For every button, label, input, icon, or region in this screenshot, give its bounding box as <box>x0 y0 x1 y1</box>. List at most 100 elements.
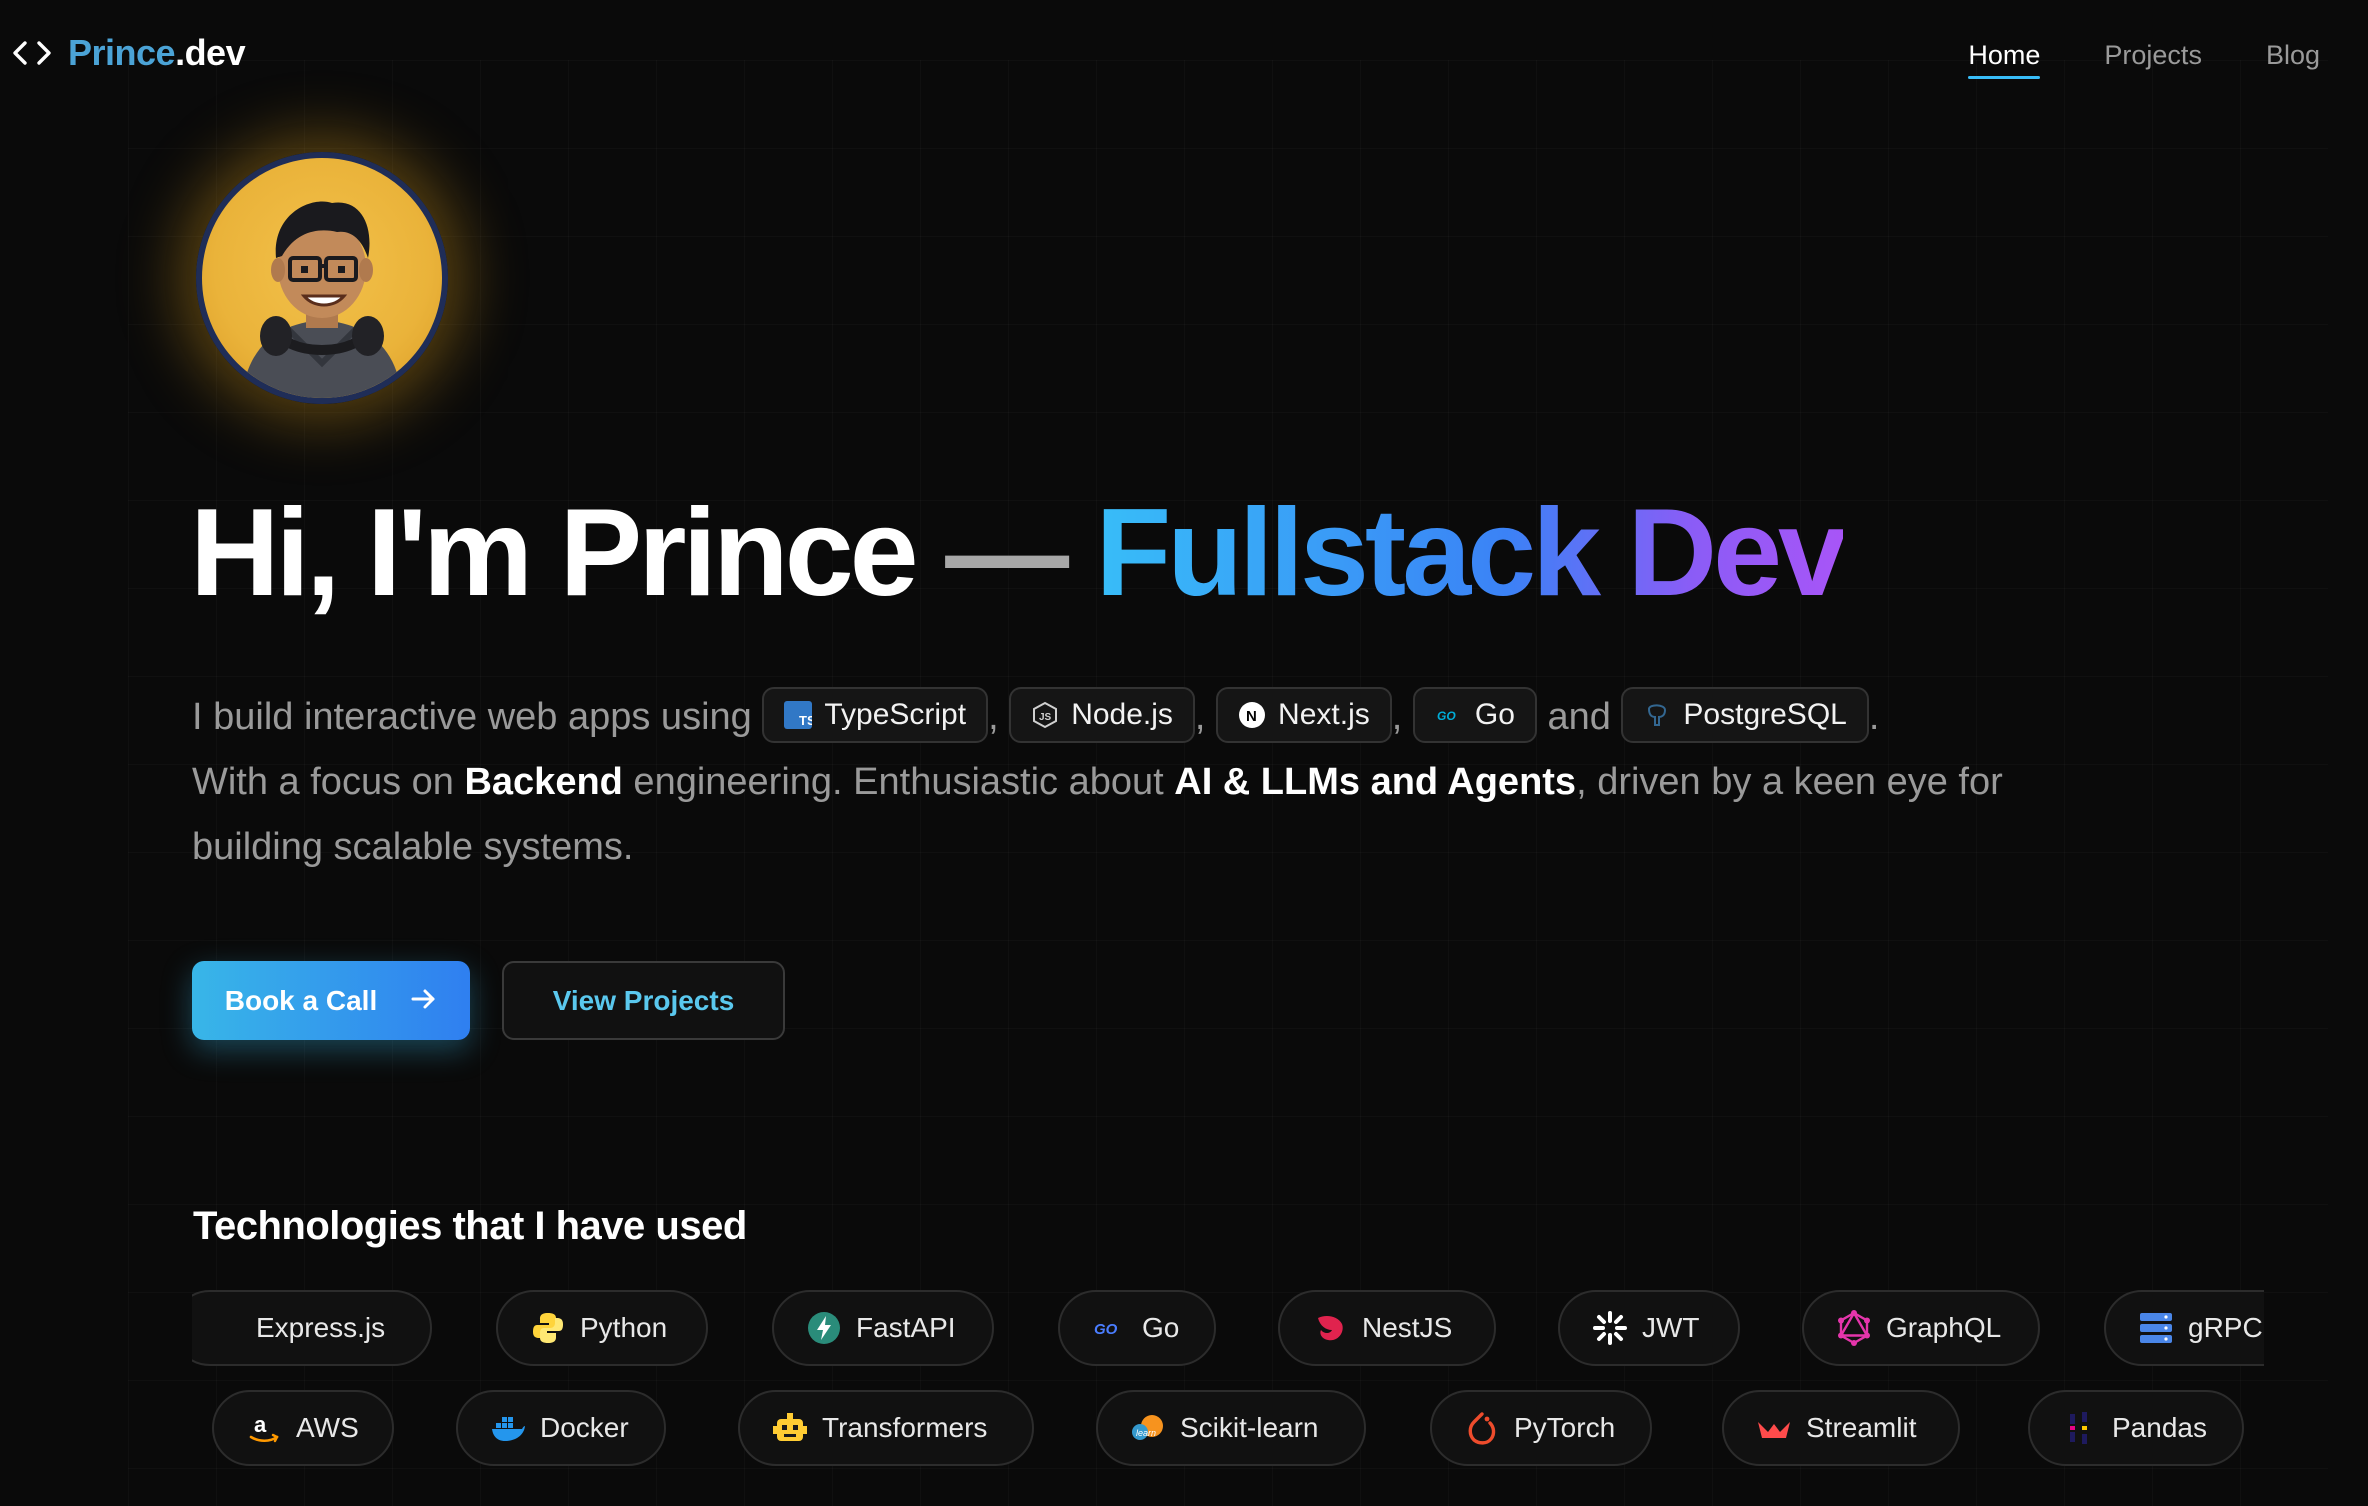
amazon-icon: a <box>246 1410 282 1446</box>
tech-pill-nestjs: NestJS <box>1278 1290 1496 1366</box>
intro-text: I build interactive web apps using TS Typ… <box>192 685 2052 880</box>
svg-text:N: N <box>1246 708 1257 725</box>
tech-pill-streamlit: Streamlit <box>1722 1390 1960 1466</box>
intro-comma: , <box>988 696 999 738</box>
intro-comma: , <box>1391 696 1403 738</box>
typescript-icon: TS <box>784 700 813 729</box>
avatar <box>196 152 448 404</box>
tech-row-1: Express.js Python FastAPI GO Go NestJS J… <box>192 1290 2264 1366</box>
tech-pill-pytorch: PyTorch <box>1430 1390 1652 1466</box>
brand-wordmark: Prince.dev <box>68 32 246 74</box>
tech-label: GraphQL <box>1886 1312 2002 1343</box>
intro-period: . <box>1868 696 1880 738</box>
docker-icon <box>490 1410 526 1446</box>
tech-pill-grpc: gRPC <box>2104 1290 2264 1366</box>
grpc-icon <box>2138 1310 2174 1346</box>
postgresql-icon <box>1643 701 1671 729</box>
intro-comma: , <box>1194 696 1206 738</box>
chip-label: PostgreSQL <box>1683 698 1847 732</box>
tech-label: Streamlit <box>1806 1412 1917 1443</box>
chip-nodejs[interactable]: JS Node.js <box>1009 686 1195 743</box>
svg-text:learn: learn <box>1136 1428 1156 1438</box>
go-icon: GO <box>1435 701 1463 729</box>
chip-go[interactable]: GO Go <box>1412 686 1537 743</box>
chip-nextjs[interactable]: N Next.js <box>1216 686 1392 743</box>
tech-label: Express.js <box>256 1312 386 1343</box>
svg-text:a: a <box>254 1412 267 1437</box>
intro-prefix: I build interactive web apps using <box>192 696 763 738</box>
tech-label: Transformers <box>822 1412 988 1443</box>
nav-links: Home Projects Blog <box>1968 40 2320 79</box>
hero-name: Hi, I'm Prince <box>190 484 919 622</box>
tech-pill-pandas: Pandas <box>2028 1390 2244 1466</box>
brand-tld: .dev <box>175 32 246 73</box>
tech-pill-docker: Docker <box>456 1390 666 1466</box>
intro-line2-c: engineering. Enthusiastic about <box>622 761 1175 803</box>
nav-link-blog[interactable]: Blog <box>2266 40 2320 79</box>
jwt-icon <box>1592 1310 1628 1346</box>
graphql-icon <box>1836 1310 1872 1346</box>
code-brackets-icon <box>12 33 52 73</box>
tech-label: gRPC <box>2188 1312 2263 1343</box>
svg-text:TS: TS <box>799 713 812 728</box>
fastapi-icon <box>806 1310 842 1346</box>
tech-pill-graphql: GraphQL <box>1802 1290 2040 1366</box>
tech-label: AWS <box>296 1412 359 1443</box>
tech-pill-scikit-learn: learn Scikit-learn <box>1096 1390 1366 1466</box>
avatar-image <box>196 152 448 404</box>
go-icon: GO <box>1092 1310 1128 1346</box>
intro-and: and <box>1547 696 1611 738</box>
hero-title: Hi, I'm Prince — Fullstack Dev <box>190 484 1847 622</box>
tech-pill-aws: a AWS <box>212 1390 394 1466</box>
tech-pill-go: GO Go <box>1058 1290 1216 1366</box>
nextjs-icon: N <box>1238 701 1266 729</box>
pixel-portrait-illustration <box>242 201 402 398</box>
tech-label: PyTorch <box>1514 1412 1616 1443</box>
tech-pill-fastapi: FastAPI <box>772 1290 994 1366</box>
brand-link[interactable]: Prince.dev <box>12 32 246 74</box>
pytorch-icon <box>1464 1410 1500 1446</box>
arrow-right-icon <box>411 985 437 1017</box>
chip-postgresql[interactable]: PostgreSQL <box>1621 686 1869 743</box>
robot-icon <box>772 1410 808 1446</box>
technologies-title: Technologies that I have used <box>193 1204 747 1248</box>
streamlit-icon <box>1756 1410 1792 1446</box>
nestjs-icon <box>1312 1310 1348 1346</box>
svg-text:GO: GO <box>1094 1321 1118 1338</box>
intro-line2-a: With a focus on <box>192 761 465 803</box>
tech-label: Docker <box>540 1412 629 1443</box>
tech-label: Pandas <box>2112 1412 2207 1443</box>
chip-label: Node.js <box>1071 698 1173 732</box>
nav-link-projects[interactable]: Projects <box>2104 40 2202 79</box>
chip-label: Next.js <box>1278 698 1370 732</box>
nodejs-icon: JS <box>1031 701 1059 729</box>
expressjs-icon <box>206 1310 242 1346</box>
svg-text:GO: GO <box>1437 709 1456 723</box>
tech-label: JWT <box>1642 1312 1700 1343</box>
python-icon <box>530 1310 566 1346</box>
pandas-icon <box>2062 1410 2098 1446</box>
svg-text:JS: JS <box>1039 712 1052 723</box>
view-projects-label: View Projects <box>552 984 735 1016</box>
tech-row-2: a AWS Docker Transformers learn Scikit-l… <box>192 1390 2264 1466</box>
nav-link-home[interactable]: Home <box>1968 40 2041 79</box>
chip-typescript[interactable]: TS TypeScript <box>762 686 989 743</box>
tech-pill-python: Python <box>496 1290 708 1366</box>
hero-dash: — <box>914 484 1096 622</box>
book-call-label: Book a Call <box>224 984 378 1016</box>
tech-pill-jwt: JWT <box>1558 1290 1740 1366</box>
book-call-button[interactable]: Book a Call <box>192 961 470 1040</box>
navbar: Prince.dev Home Projects Blog <box>0 0 2368 110</box>
chip-label: TypeScript <box>824 698 967 732</box>
view-projects-button[interactable]: View Projects <box>502 961 785 1040</box>
tech-label: FastAPI <box>856 1312 956 1343</box>
tech-label: Scikit-learn <box>1180 1412 1319 1443</box>
tech-pill-expressjs: Express.js <box>192 1290 432 1366</box>
hero-role: Fullstack Dev <box>1095 484 1847 622</box>
scikit-learn-icon: learn <box>1130 1410 1166 1446</box>
tech-pill-transformers: Transformers <box>738 1390 1034 1466</box>
tech-label: Python <box>580 1312 668 1343</box>
brand-name: Prince <box>68 32 176 73</box>
chip-label: Go <box>1474 698 1515 732</box>
tech-label: NestJS <box>1362 1312 1453 1343</box>
